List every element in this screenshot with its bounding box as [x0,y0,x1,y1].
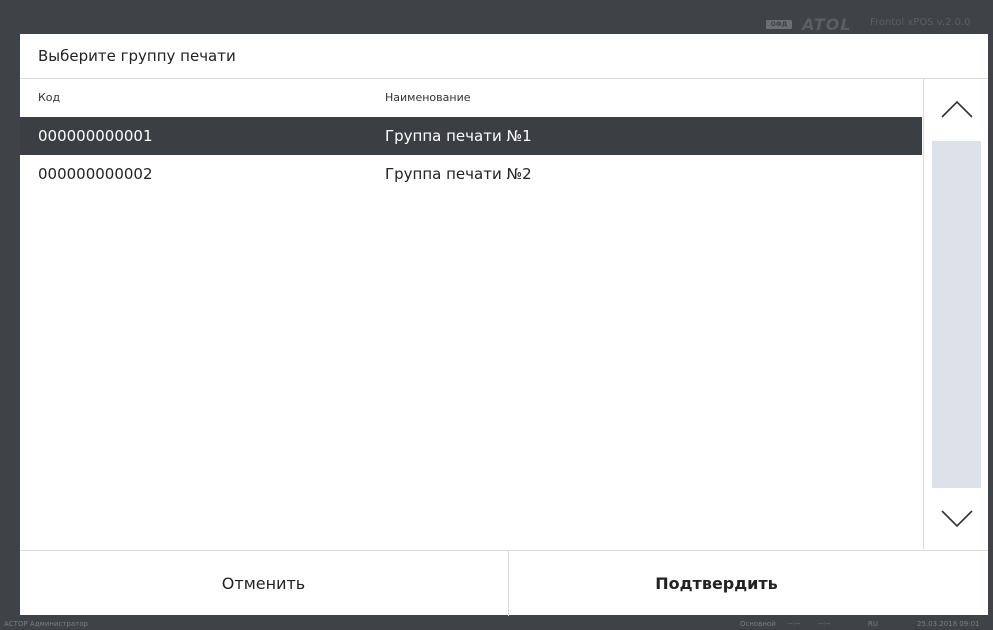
print-group-table: Код Наименование 000000000001 Группа печ… [20,79,922,550]
status-time-2: --:-- [818,620,831,628]
status-bar: АСТОР Администратор Основной --:-- --:--… [0,618,993,630]
chevron-up-icon [940,100,973,118]
ofd-badge: ОФД [766,20,792,29]
print-group-dialog: Выберите группу печати Код Наименование … [20,34,989,616]
status-datetime: 25.03.2018 09:01 [917,620,980,628]
table-row[interactable]: 000000000001 Группа печати №1 [20,117,922,155]
brand-logo: ATOL [802,15,852,34]
row-code: 000000000001 [38,127,153,145]
scrollbar[interactable] [923,79,989,549]
status-mode: Основной [740,620,776,628]
table-row[interactable]: 000000000002 Группа печати №2 [20,155,922,193]
status-time-1: --:-- [788,620,801,628]
table-header: Код Наименование [20,79,922,117]
dialog-footer: Отменить Подтвердить [20,550,988,616]
scroll-up-button[interactable] [924,79,989,139]
row-code: 000000000002 [38,165,153,183]
status-user: АСТОР Администратор [4,620,88,628]
dialog-title: Выберите группу печати [38,47,236,65]
app-version: Frontol xPOS v.2.0.0 [870,17,971,28]
row-name: Группа печати №2 [385,165,532,183]
row-name: Группа печати №1 [385,127,532,145]
column-header-code: Код [38,91,61,104]
scroll-track[interactable] [932,141,981,488]
column-header-name: Наименование [385,91,471,104]
scroll-down-button[interactable] [924,489,989,549]
cancel-button[interactable]: Отменить [20,551,507,616]
confirm-button[interactable]: Подтвердить [508,551,924,616]
top-bar: ОФД ATOL Frontol xPOS v.2.0.0 [0,0,993,34]
chevron-down-icon [940,510,973,528]
status-language: RU [868,620,878,628]
